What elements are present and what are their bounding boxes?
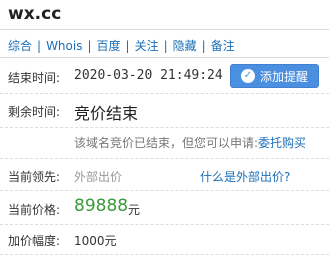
nav-link-note[interactable]: 备注 [211, 39, 235, 53]
add-reminder-label: 添加提醒 [259, 69, 308, 84]
row-divider [0, 127, 329, 128]
price-unit: 元 [128, 203, 141, 217]
nav-divider [0, 57, 329, 58]
row-divider [0, 93, 329, 94]
nav-link-hide[interactable]: 隐藏 [173, 39, 197, 53]
domain-nav: 综合 | Whois | 百度 | 关注 | 隐藏 | 备注 [8, 39, 235, 53]
nav-link-whois[interactable]: Whois [46, 39, 82, 53]
bid-increment-value: 1000元 [74, 234, 117, 248]
nav-link-overview[interactable]: 综合 [8, 39, 32, 53]
entrust-purchase-link[interactable]: 委托购买 [258, 136, 306, 150]
auction-status: 竞价结束 [74, 104, 139, 123]
remaining-time-label: 剩余时间: [8, 105, 61, 119]
current-price-label: 当前价格: [8, 203, 61, 217]
current-leader-label: 当前领先: [8, 170, 61, 184]
header-divider [0, 29, 329, 30]
auction-ended-notice: 该域名竞价已结束，但您可以申请:委托购买 [74, 134, 306, 151]
end-time-label: 结束时间: [8, 71, 61, 85]
bid-increment-label: 加价幅度: [8, 234, 61, 248]
current-price-value: 89888 [74, 196, 129, 216]
row-divider [0, 158, 329, 159]
check-circle-icon: ✓ [240, 69, 255, 83]
nav-link-follow[interactable]: 关注 [135, 39, 159, 53]
end-time-value: 2020-03-20 21:49:24 [74, 68, 223, 83]
row-divider [0, 224, 329, 225]
external-bid-help-link[interactable]: 什么是外部出价? [200, 168, 290, 185]
notice-text: 该域名竞价已结束，但您可以申请: [74, 136, 259, 150]
row-divider [0, 254, 329, 255]
add-reminder-button[interactable]: ✓ 添加提醒 [230, 64, 319, 88]
current-leader-value: 外部出价 [74, 170, 123, 184]
row-divider [0, 190, 329, 191]
nav-link-baidu[interactable]: 百度 [97, 39, 121, 53]
domain-title: wx.cc [8, 4, 62, 24]
